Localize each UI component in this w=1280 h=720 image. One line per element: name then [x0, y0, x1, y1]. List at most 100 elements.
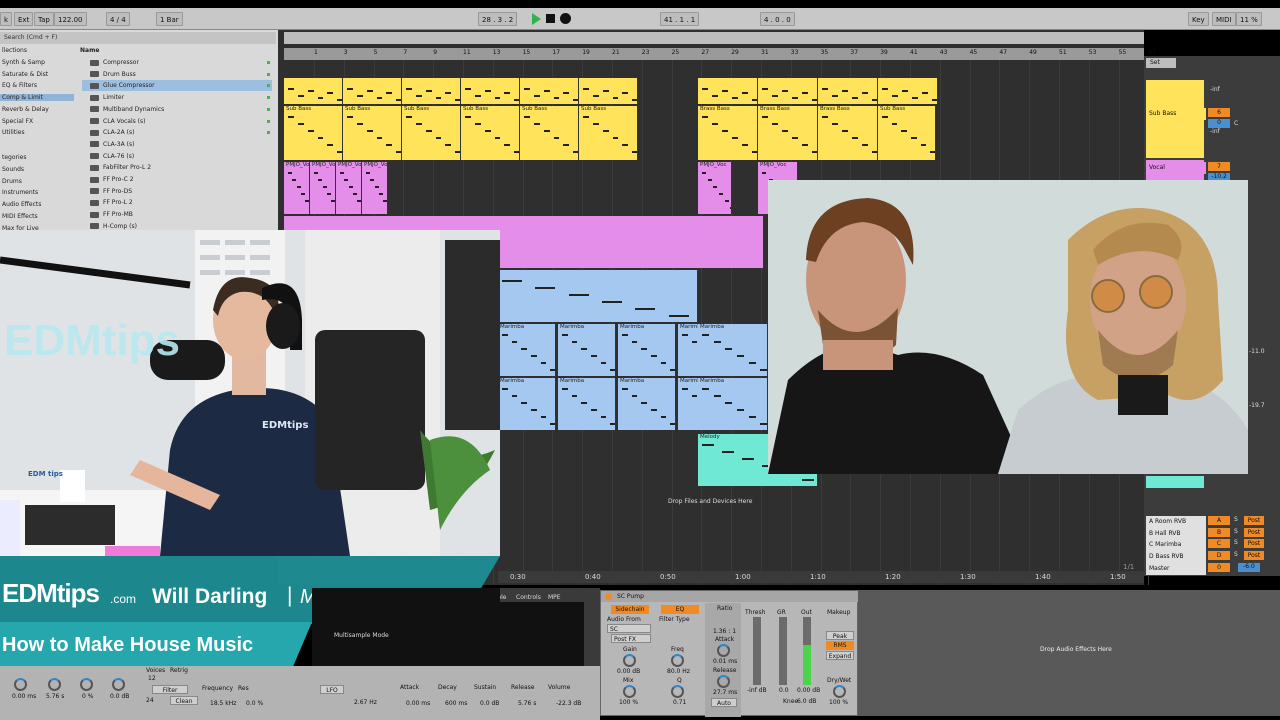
arrangement-position[interactable]: 28 . 3 . 2	[478, 12, 518, 26]
beat-ruler[interactable]: 1 3 5 7 9 11 13 15 17 19 21 23 25 27 29 31 33 35 37 39 41 43 4…	[284, 48, 1156, 60]
drywet-knob[interactable]	[833, 685, 846, 698]
clip-bass-top[interactable]	[758, 78, 818, 104]
return-track[interactable]: B Hall RVB	[1146, 527, 1206, 540]
clip-sub-bass[interactable]: Sub Bass	[520, 106, 579, 160]
browser-item[interactable]: FF Pro-DS	[82, 186, 272, 197]
volume-value[interactable]: -22.3 dB	[556, 700, 581, 707]
browser-item[interactable]: CLA Vocals (s)	[82, 116, 272, 127]
category-item[interactable]: Audio Effects	[2, 201, 41, 208]
clip-sub-bass[interactable]: Sub Bass	[579, 106, 638, 160]
clip-vocal[interactable]: PMJO_Voc	[336, 162, 362, 214]
post-fx-select[interactable]: Post FX	[611, 634, 651, 643]
collection-item[interactable]: Special FX	[2, 118, 33, 125]
ext-button[interactable]: k	[0, 12, 12, 26]
clip-marimba[interactable]: Marimba	[498, 378, 556, 430]
clip-marimba[interactable]: Marimba	[698, 378, 768, 430]
clip-brass-bass[interactable]: Brass Bass	[818, 106, 878, 160]
clip-bass-top[interactable]	[461, 78, 520, 104]
knob-4[interactable]	[112, 678, 125, 691]
post-button[interactable]: Post	[1244, 551, 1264, 561]
browser-item[interactable]: CLA-76 (s)	[82, 151, 272, 162]
lfo-rate[interactable]: 2.67 Hz	[354, 699, 377, 706]
browser-item[interactable]: Compressor	[82, 57, 272, 68]
collection-item[interactable]: Utilities	[2, 129, 25, 136]
track-number-sub-bass[interactable]: 6	[1208, 108, 1230, 117]
track-volume-sub-bass[interactable]: 0	[1208, 119, 1230, 128]
clip-bass-top[interactable]	[402, 78, 461, 104]
browser-item[interactable]: Limiter	[82, 92, 272, 103]
voices-value[interactable]: 12	[148, 675, 156, 682]
knob-1[interactable]	[14, 678, 27, 691]
browser-search-input[interactable]: Search (Cmd + F)	[0, 32, 276, 44]
solo-button[interactable]: S	[1234, 516, 1238, 523]
tempo-field[interactable]: 122.00	[54, 12, 87, 26]
category-item[interactable]: Sounds	[2, 166, 24, 173]
power-icon[interactable]	[605, 593, 612, 600]
clip-bass-top[interactable]	[698, 78, 758, 104]
loop-length[interactable]: 4 . 0 . 0	[760, 12, 795, 26]
solo-button[interactable]: S	[1234, 551, 1238, 558]
category-item[interactable]: MIDI Effects	[2, 213, 38, 220]
play-icon[interactable]	[532, 13, 541, 25]
auto-release-button[interactable]: Auto	[711, 698, 737, 707]
expand-button[interactable]: Expand	[826, 651, 854, 660]
clip-marimba[interactable]: Marimba	[498, 324, 556, 376]
multisample-display[interactable]: Multisample Mode	[312, 588, 500, 666]
attack-value[interactable]: 0.00 ms	[406, 700, 430, 707]
record-icon[interactable]	[560, 13, 571, 24]
filter-slope[interactable]: 24	[146, 697, 154, 704]
midi-map-button[interactable]: MIDI	[1212, 12, 1236, 26]
clip-vocal[interactable]: PMJO_Voc	[698, 162, 732, 214]
return-letter[interactable]: C	[1208, 539, 1230, 549]
clip-sub-bass[interactable]: Sub Bass	[284, 106, 343, 160]
peak-button[interactable]: Peak	[826, 631, 854, 640]
clip-marimba[interactable]: Marimba	[618, 324, 676, 376]
quantization-menu[interactable]: 1 Bar	[156, 12, 183, 26]
clip-bass-top[interactable]	[878, 78, 938, 104]
release-value[interactable]: 5.76 s	[518, 700, 536, 707]
clip-sub-bass[interactable]: Sub Bass	[343, 106, 402, 160]
collection-item[interactable]: Reverb & Delay	[2, 106, 49, 113]
master-volume[interactable]: -6.0	[1238, 563, 1260, 572]
collection-item[interactable]: Saturate & Dist	[2, 71, 48, 78]
out-meter[interactable]	[803, 617, 811, 685]
clip-bass-top[interactable]	[818, 78, 878, 104]
stop-icon[interactable]	[546, 14, 555, 23]
clip-bass-top[interactable]	[520, 78, 579, 104]
mix-knob[interactable]	[623, 685, 636, 698]
post-button[interactable]: Post	[1244, 539, 1264, 549]
clip-brass-bass[interactable]: Brass Bass	[758, 106, 818, 160]
audio-from-select[interactable]: SC	[607, 624, 651, 633]
clip-vocal[interactable]: PMJO_Voc	[284, 162, 310, 214]
key-map-button[interactable]: Key	[1188, 12, 1209, 26]
category-item[interactable]: Instruments	[2, 189, 38, 196]
collection-item[interactable]: Comp & Limit	[0, 94, 74, 102]
return-letter[interactable]: A	[1208, 516, 1230, 525]
ext-sync-button[interactable]: Ext	[14, 12, 34, 26]
browser-item[interactable]: CLA-2A (s)	[82, 127, 272, 138]
browser-item[interactable]: FabFilter Pro-L 2	[82, 162, 272, 173]
browser-item[interactable]: FF Pro-C 2	[82, 174, 272, 185]
gain-knob[interactable]	[623, 654, 636, 667]
clip-sub-bass[interactable]: Sub Bass	[461, 106, 520, 160]
clip-bass-top[interactable]	[343, 78, 402, 104]
post-button[interactable]: Post	[1244, 527, 1264, 537]
rms-button[interactable]: RMS	[826, 641, 854, 650]
overview-strip[interactable]	[284, 32, 1144, 44]
browser-item[interactable]: Glue Compressor	[82, 80, 272, 92]
track-sub-bass[interactable]: Sub Bass	[1146, 108, 1206, 120]
thresh-meter[interactable]	[753, 617, 761, 685]
browser-item[interactable]: CLA-3A (s)	[82, 139, 272, 150]
clip-bass-top[interactable]	[579, 78, 638, 104]
name-column-header[interactable]: Name	[80, 47, 99, 54]
post-button[interactable]: Post	[1244, 516, 1264, 525]
release-knob[interactable]	[717, 675, 730, 688]
freq-knob[interactable]	[671, 654, 684, 667]
sustain-value[interactable]: 0.0 dB	[480, 700, 499, 707]
tab-mpe[interactable]: MPE	[548, 594, 561, 601]
eq-button[interactable]: EQ	[661, 605, 699, 614]
sidechain-button[interactable]: Sidechain	[611, 605, 649, 614]
decay-value[interactable]: 600 ms	[445, 700, 467, 707]
filter-toggle[interactable]: Filter	[152, 685, 188, 694]
q-knob[interactable]	[671, 685, 684, 698]
